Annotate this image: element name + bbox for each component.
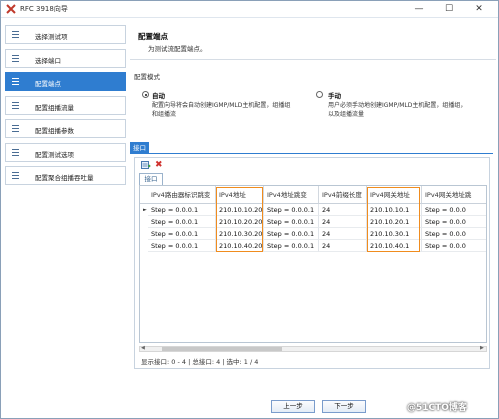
manual-mode-radio[interactable] [316, 91, 323, 98]
step-select-ports[interactable]: 选择端口 [5, 49, 126, 68]
current-row-marker: ► [143, 207, 147, 213]
column-header[interactable]: IPv4路由器标识跳变 [140, 186, 216, 204]
page-title: 配置端点 [138, 32, 168, 41]
grid-status-text: 显示接口: 0 - 4 | 总接口: 4 | 选中: 1 / 4 [141, 358, 259, 366]
next-button[interactable]: 下一步 [322, 400, 366, 413]
page-description: 为测试流配置端点。 [148, 45, 207, 53]
step-label: 选择端口 [35, 57, 61, 65]
scroll-right-icon[interactable]: ▶ [480, 345, 484, 351]
step-select-tests[interactable]: 选择测试项 [5, 25, 126, 44]
list-icon [12, 149, 19, 156]
table-cell[interactable]: Step = 0.0.0 [422, 240, 486, 252]
list-icon [12, 102, 19, 109]
delete-icon[interactable]: ✖ [155, 160, 163, 170]
step-test-options[interactable]: 配置测试选项 [5, 143, 126, 162]
window-title: RFC 3918向导 [20, 5, 68, 13]
wizard-steps: 选择测试项 选择端口 配置端点 配置组播流量 配置组播参数 配置测试选项 配置聚… [5, 25, 126, 187]
step-configure-endpoints[interactable]: 配置端点 [5, 72, 126, 91]
table-cell[interactable]: 24 [319, 228, 367, 240]
step-aggregate-throughput[interactable]: 配置聚合组播吞吐量 [5, 166, 126, 185]
table-cell[interactable]: Step = 0.0.0 [422, 216, 486, 228]
table-cell[interactable]: Step = 0.0.0.1 [148, 240, 216, 252]
table-cell[interactable]: Step = 0.0.0 [422, 228, 486, 240]
highlight-ipv4-address-column [216, 187, 263, 252]
table-cell[interactable]: 24 [319, 204, 367, 216]
close-button[interactable]: ✕ [464, 1, 494, 17]
tab-strip: 接口 [130, 140, 493, 154]
auto-mode-radio[interactable] [142, 91, 149, 98]
step-label: 配置测试选项 [35, 151, 74, 159]
interfaces-panel: ✖ 接口 IPv4路由器标识跳变 IPv4地址 IPv4地址跳变 IPv4前缀长… [134, 157, 490, 369]
table-cell[interactable]: 24 [319, 216, 367, 228]
step-multicast-traffic[interactable]: 配置组播流量 [5, 96, 126, 115]
prev-button[interactable]: 上一步 [271, 400, 315, 413]
step-label: 配置组播流量 [35, 104, 74, 112]
wizard-window: RFC 3918向导 — ☐ ✕ 选择测试项 选择端口 配置端点 配置组播流量 … [0, 0, 499, 419]
step-label: 选择测试项 [35, 33, 68, 41]
table-cell[interactable]: 24 [319, 240, 367, 252]
auto-mode-desc-line1: 配置向导将会自动创建IGMP/MLD主机配置，组播组 [152, 102, 291, 109]
horizontal-scrollbar[interactable]: ◀ ▶ [139, 345, 487, 352]
table-cell[interactable]: Step = 0.0.0.1 [148, 204, 216, 216]
auto-mode-title: 自动 [152, 92, 165, 100]
tab-interfaces[interactable]: 接口 [130, 142, 149, 154]
minimize-button[interactable]: — [404, 1, 434, 17]
scroll-left-icon[interactable]: ◀ [141, 345, 145, 351]
main-content: 配置端点 为测试流配置端点。 配置模式 自动 配置向导将会自动创建IGMP/ML… [130, 25, 496, 385]
app-logo-icon [6, 4, 16, 14]
table-cell[interactable]: Step = 0.0.0.1 [264, 228, 319, 240]
column-header[interactable]: IPv4前缀长度 [319, 186, 367, 204]
manual-mode-desc-line2: 以及组播流量 [328, 111, 365, 118]
column-header[interactable]: IPv4网关地址跳 [422, 186, 486, 204]
list-icon [12, 31, 19, 38]
highlight-ipv4-gateway-column [367, 187, 420, 252]
list-icon [12, 172, 19, 179]
scrollbar-thumb[interactable] [162, 347, 282, 351]
inner-tab-interfaces[interactable]: 接口 [139, 173, 163, 185]
table-cell[interactable]: Step = 0.0.0 [422, 204, 486, 216]
column-header[interactable]: IPv4地址跳变 [264, 186, 319, 204]
divider [130, 59, 496, 60]
step-multicast-params[interactable]: 配置组播参数 [5, 119, 126, 138]
interfaces-grid: IPv4路由器标识跳变 IPv4地址 IPv4地址跳变 IPv4前缀长度 IPv… [139, 185, 487, 343]
list-icon [12, 55, 19, 62]
manual-mode-title: 手动 [328, 92, 341, 100]
manual-mode-desc-line1: 用户必须手动地创建IGMP/MLD主机配置，组播组， [328, 102, 467, 109]
list-icon [12, 78, 19, 85]
table-cell[interactable]: Step = 0.0.0.1 [148, 228, 216, 240]
auto-mode-desc-line2: 和组播流 [152, 111, 177, 118]
list-icon [12, 125, 19, 132]
step-label: 配置聚合组播吞吐量 [35, 174, 94, 182]
step-label: 配置端点 [35, 80, 61, 88]
table-cell[interactable]: Step = 0.0.0.1 [264, 240, 319, 252]
table-cell[interactable]: Step = 0.0.0.1 [264, 204, 319, 216]
add-row-icon[interactable] [141, 161, 151, 170]
step-label: 配置组播参数 [35, 127, 74, 135]
watermark: @51CTO博客 [407, 403, 467, 413]
table-cell[interactable]: Step = 0.0.0.1 [264, 216, 319, 228]
table-cell[interactable]: Step = 0.0.0.1 [148, 216, 216, 228]
maximize-button[interactable]: ☐ [434, 1, 464, 17]
title-bar: RFC 3918向导 — ☐ ✕ [1, 1, 498, 18]
config-mode-label: 配置模式 [134, 73, 160, 81]
